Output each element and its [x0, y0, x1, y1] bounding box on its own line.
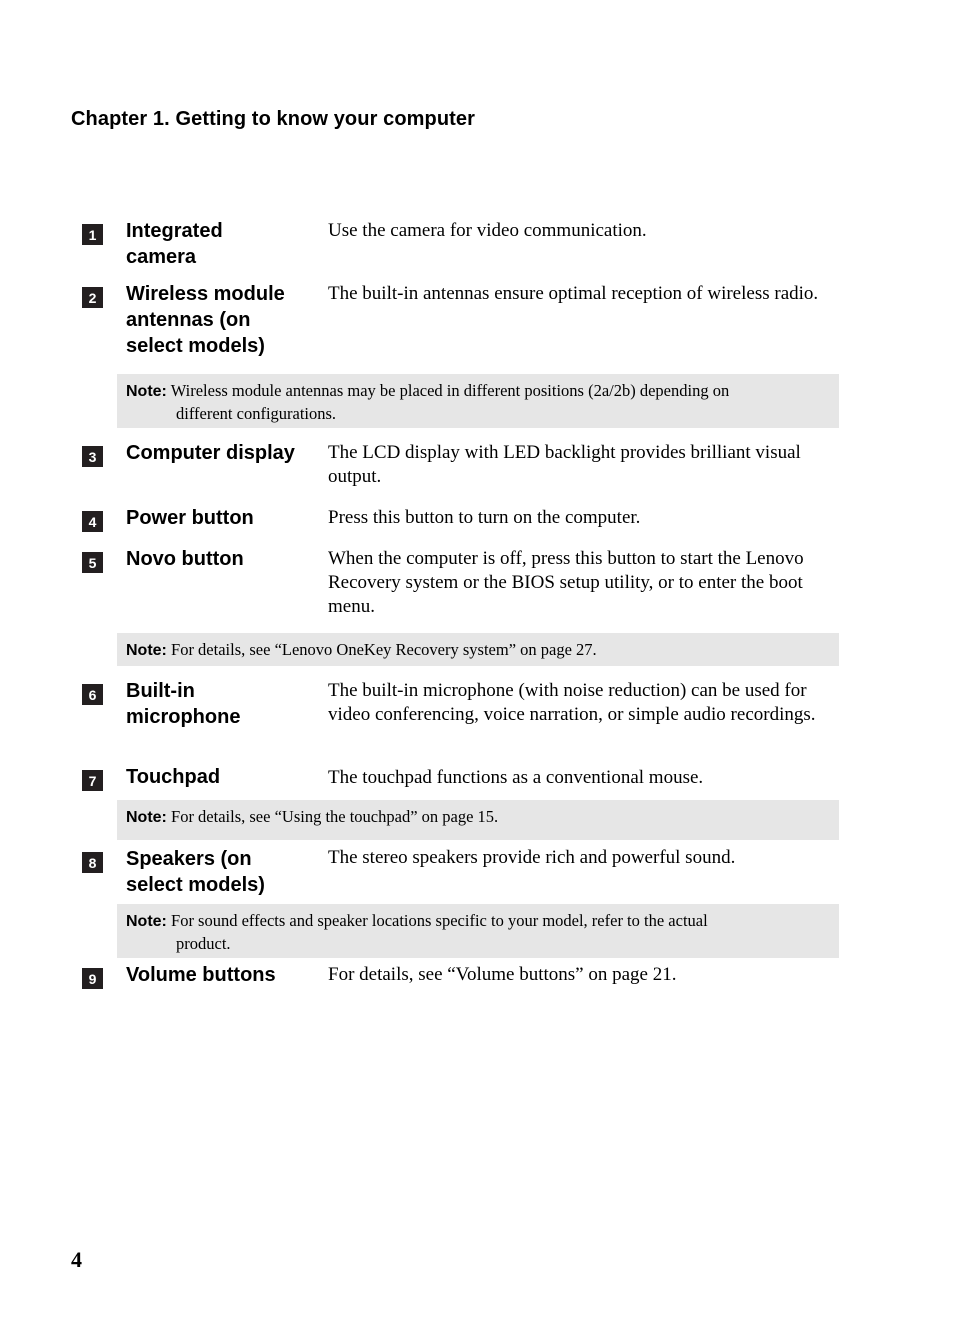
list-item: 6 — [82, 678, 103, 705]
item-description: For details, see “Volume buttons” on pag… — [328, 964, 677, 985]
item-term: Novo button — [126, 548, 244, 570]
number-badge: 4 — [82, 511, 103, 532]
item-term: Wireless module antennas (on select mode… — [126, 283, 285, 357]
note-label: Note: — [126, 913, 167, 930]
chapter-title: Chapter 1. Getting to know your computer — [71, 108, 476, 130]
item-description: Press this button to turn on the compute… — [328, 507, 641, 528]
note-text-continued: product. — [176, 934, 231, 953]
item-description: When the computer is off, press this but… — [328, 548, 804, 617]
item-description: The LCD display with LED backlight provi… — [328, 442, 801, 487]
page-number: 4 — [71, 1247, 82, 1272]
note-box: Note: For sound effects and speaker loca… — [117, 904, 839, 958]
note-label: Note: — [126, 809, 167, 826]
number-badge: 5 — [82, 552, 103, 573]
list-item: 8 — [82, 846, 103, 873]
item-term: Volume buttons — [126, 964, 276, 986]
number-badge: 6 — [82, 684, 103, 705]
number-badge: 3 — [82, 446, 103, 467]
item-term: Touchpad — [126, 766, 221, 788]
item-term: Computer display — [126, 442, 295, 464]
note-text: For details, see “Using the touchpad” on… — [166, 807, 499, 826]
number-badge: 2 — [82, 287, 103, 308]
note-box: Note: For details, see “Lenovo OneKey Re… — [117, 633, 839, 666]
note-text-continued: different configurations. — [176, 404, 337, 423]
item-description: The stereo speakers provide rich and pow… — [328, 847, 736, 868]
item-term: Integrated camera — [126, 220, 223, 268]
item-term: Speakers (on select models) — [126, 848, 265, 896]
note-text: For sound effects and speaker locations … — [166, 911, 708, 930]
number-badge: 7 — [82, 770, 103, 791]
number-badge: 1 — [82, 224, 103, 245]
list-item: 9 — [82, 962, 103, 989]
list-item: 3 — [82, 440, 103, 467]
note-text: Wireless module antennas may be placed i… — [166, 381, 730, 400]
list-item: 5 — [82, 546, 103, 573]
item-description: Use the camera for video communication. — [328, 220, 647, 241]
note-label: Note: — [126, 383, 167, 400]
list-item: 4 — [82, 505, 103, 532]
note-text: For details, see “Lenovo OneKey Recovery… — [166, 640, 597, 659]
list-item: 1 — [82, 218, 103, 245]
item-description: The built-in microphone (with noise redu… — [328, 680, 816, 725]
list-item: 7 — [82, 764, 103, 791]
note-box: Note: For details, see “Using the touchp… — [117, 800, 839, 840]
item-description: The built-in antennas ensure optimal rec… — [328, 283, 819, 304]
number-badge: 8 — [82, 852, 103, 873]
item-term: Built-in microphone — [126, 680, 241, 728]
note-label: Note: — [126, 642, 167, 659]
list-item: 2 — [82, 281, 103, 308]
number-badge: 9 — [82, 968, 103, 989]
note-box: Note: Wireless module antennas may be pl… — [117, 374, 839, 428]
item-term: Power button — [126, 507, 254, 529]
item-description: The touchpad functions as a conventional… — [328, 767, 704, 788]
